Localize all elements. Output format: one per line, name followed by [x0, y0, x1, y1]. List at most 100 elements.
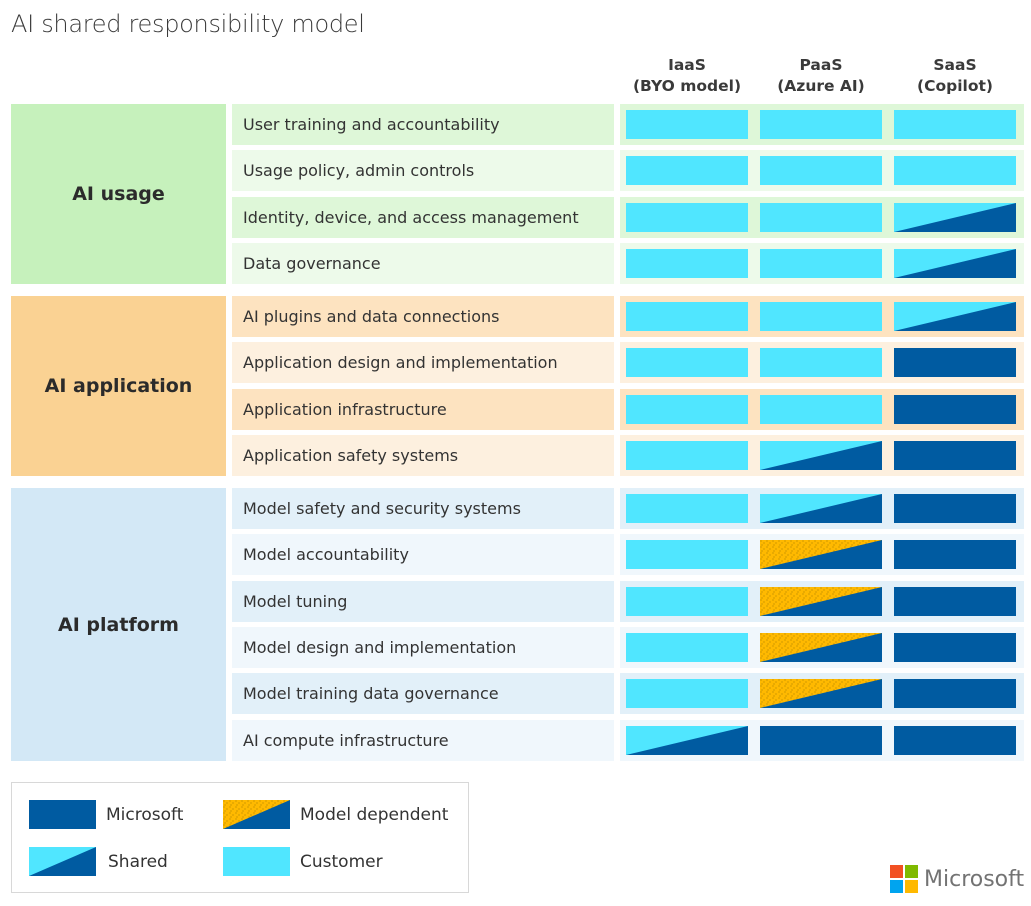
cell-shared	[894, 203, 1016, 232]
cell-customer	[760, 249, 882, 278]
table-row: Model tuning	[11, 581, 1024, 622]
table-row: User training and accountability	[11, 104, 1024, 145]
row-label: Model tuning	[232, 581, 614, 622]
microsoft-logo-icon	[890, 865, 918, 893]
cell-customer	[760, 203, 882, 232]
cell-model-dependent	[760, 587, 882, 616]
row-label: AI plugins and data connections	[232, 296, 614, 337]
section-ai-application: AI application AI plugins and data connec…	[11, 296, 1024, 476]
row-label: Model design and implementation	[232, 627, 614, 668]
row-label: Model safety and security systems	[232, 488, 614, 529]
cell-microsoft	[894, 494, 1016, 523]
cell-customer	[626, 302, 748, 331]
row-cells	[620, 673, 1024, 714]
row-cells	[620, 389, 1024, 430]
legend-label: Customer	[300, 851, 383, 872]
row-label: Identity, device, and access management	[232, 197, 614, 238]
table-row: Model design and implementation	[11, 627, 1024, 668]
page-title: AI shared responsibility model	[11, 10, 365, 38]
table-row: AI plugins and data connections	[11, 296, 1024, 337]
table-row: Usage policy, admin controls	[11, 150, 1024, 191]
cell-customer	[626, 395, 748, 424]
legend-swatch-microsoft	[29, 800, 96, 829]
cell-microsoft	[760, 726, 882, 755]
section-ai-usage: AI usage User training and accountability…	[11, 104, 1024, 284]
row-label: User training and accountability	[232, 104, 614, 145]
row-cells	[620, 534, 1024, 575]
cell-microsoft	[894, 679, 1016, 708]
cell-customer	[760, 110, 882, 139]
microsoft-logo-text: Microsoft	[924, 866, 1025, 892]
cell-customer	[626, 494, 748, 523]
cell-model-dependent	[760, 540, 882, 569]
row-label: Model accountability	[232, 534, 614, 575]
cell-shared	[894, 249, 1016, 278]
legend: Microsoft Model dependent Shared Custome…	[11, 782, 469, 893]
cell-shared	[894, 302, 1016, 331]
cell-customer	[626, 441, 748, 470]
column-header-line1: SaaS	[933, 56, 977, 74]
table-row: Application design and implementation	[11, 342, 1024, 383]
cell-shared	[626, 726, 748, 755]
legend-label: Model dependent	[300, 804, 449, 825]
cell-customer	[626, 540, 748, 569]
cell-microsoft	[894, 540, 1016, 569]
table-row: Application safety systems	[11, 435, 1024, 476]
legend-swatch-customer	[223, 847, 290, 876]
cell-customer	[626, 249, 748, 278]
row-cells	[620, 243, 1024, 284]
cell-customer	[626, 110, 748, 139]
cell-microsoft	[894, 395, 1016, 424]
column-header-line1: PaaS	[799, 56, 843, 74]
cell-model-dependent	[760, 679, 882, 708]
column-header-iaas: IaaS (BYO model)	[626, 55, 748, 97]
table-row: Model accountability	[11, 534, 1024, 575]
cell-customer	[894, 156, 1016, 185]
column-header-line1: IaaS	[668, 56, 706, 74]
legend-item-shared: Shared	[29, 847, 168, 876]
table-row: Application infrastructure	[11, 389, 1024, 430]
row-cells	[620, 197, 1024, 238]
column-header-saas: SaaS (Copilot)	[894, 55, 1016, 97]
legend-label: Shared	[108, 851, 168, 872]
row-label: Usage policy, admin controls	[232, 150, 614, 191]
table-row: Model training data governance	[11, 673, 1024, 714]
cell-microsoft	[894, 633, 1016, 662]
cell-model-dependent	[760, 633, 882, 662]
cell-customer	[626, 348, 748, 377]
row-label: Application safety systems	[232, 435, 614, 476]
table-row: AI compute infrastructure	[11, 720, 1024, 761]
cell-microsoft	[894, 587, 1016, 616]
legend-item-microsoft: Microsoft	[29, 800, 183, 829]
legend-swatch-model-dependent	[223, 800, 290, 829]
cell-customer	[626, 633, 748, 662]
column-header-line2: (BYO model)	[632, 77, 742, 95]
cell-customer	[760, 395, 882, 424]
cell-customer	[760, 156, 882, 185]
row-cells	[620, 435, 1024, 476]
column-header-paas: PaaS (Azure AI)	[760, 55, 882, 97]
column-headers: IaaS (BYO model) PaaS (Azure AI) SaaS (C…	[620, 55, 1024, 99]
section-ai-platform: AI platform Model safety and security sys…	[11, 488, 1024, 761]
row-cells	[620, 296, 1024, 337]
column-header-line2: (Azure AI)	[777, 77, 865, 95]
legend-item-model-dependent: Model dependent	[223, 800, 448, 829]
row-cells	[620, 104, 1024, 145]
row-label: Data governance	[232, 243, 614, 284]
row-cells	[620, 342, 1024, 383]
cell-customer	[760, 348, 882, 377]
row-cells	[620, 581, 1024, 622]
row-cells	[620, 150, 1024, 191]
row-label: AI compute infrastructure	[232, 720, 614, 761]
cell-microsoft	[894, 348, 1016, 377]
legend-item-customer: Customer	[223, 847, 383, 876]
table-row: Identity, device, and access management	[11, 197, 1024, 238]
column-header-line2: (Copilot)	[917, 77, 993, 95]
row-cells	[620, 627, 1024, 668]
row-label: Model training data governance	[232, 673, 614, 714]
cell-customer	[894, 110, 1016, 139]
row-cells	[620, 488, 1024, 529]
cell-customer	[760, 302, 882, 331]
table-row: Data governance	[11, 243, 1024, 284]
cell-customer	[626, 156, 748, 185]
